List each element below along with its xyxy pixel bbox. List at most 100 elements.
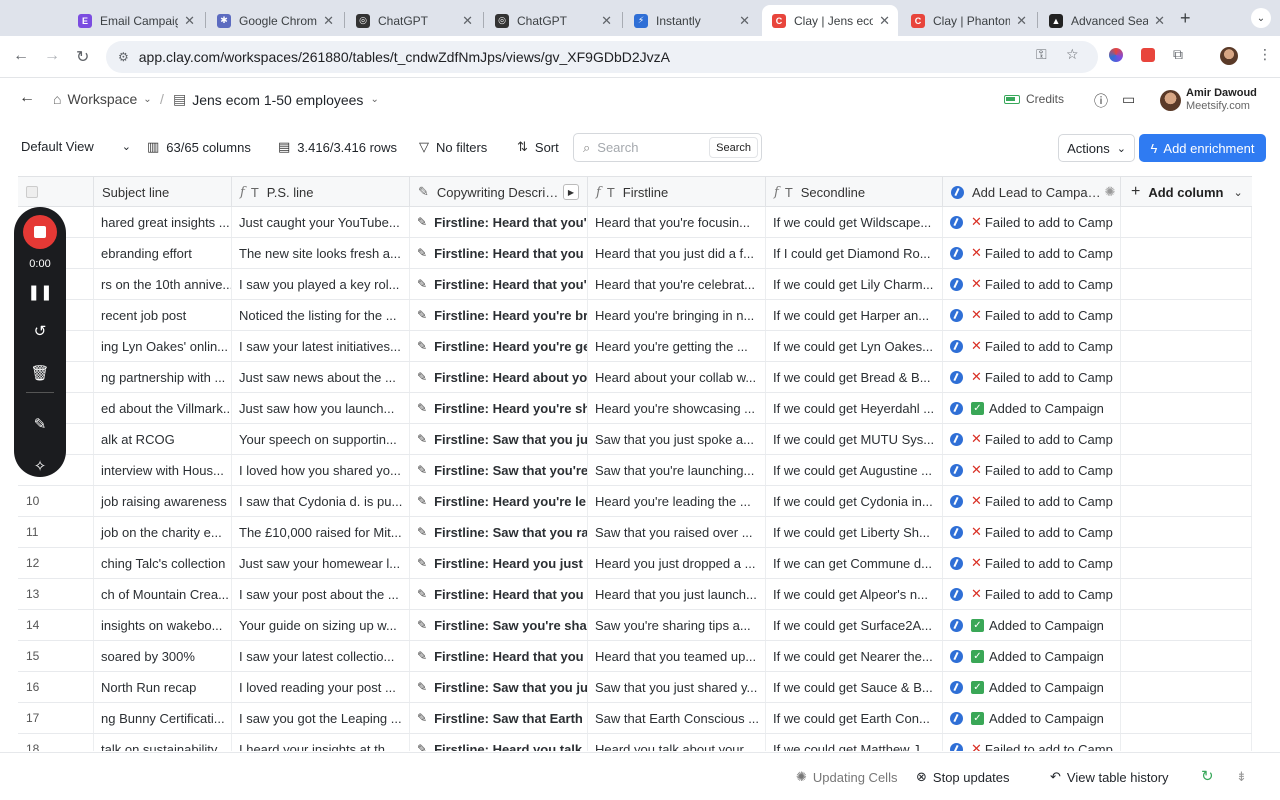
column-header-copywriting[interactable]: ✎ Copywriting Descri… ▶ — [410, 177, 588, 207]
extensions-puzzle-icon[interactable]: ⧉ — [1173, 46, 1183, 63]
cell-secondline[interactable]: If we could get Nearer the... — [766, 641, 943, 671]
user-menu[interactable]: Amir Dawoud Meetsify.com — [1160, 87, 1257, 113]
cell-secondline[interactable]: If we could get Alpeor's n... — [766, 579, 943, 609]
cell-add-lead-status[interactable]: ✕ Failed to add to Camp — [943, 734, 1121, 751]
cell-copywriting[interactable]: ✎ Firstline: Saw that you're — [410, 455, 588, 485]
rows-button[interactable]: ▤ 3.416/3.416 rows — [278, 139, 397, 155]
cell-firstline[interactable]: Heard you're bringing in n... — [588, 300, 766, 330]
cell-copywriting[interactable]: ✎ Firstline: Saw you're sha — [410, 610, 588, 640]
cell-subject-line[interactable]: job raising awareness — [94, 486, 232, 516]
column-header-firstline[interactable]: fT Firstline — [588, 177, 766, 207]
cell-ps-line[interactable]: I heard your insights at th... — [232, 734, 410, 751]
back-arrow-icon[interactable]: ← — [13, 47, 29, 65]
browser-tab[interactable]: ◎ ChatGPT ✕ — [346, 5, 481, 36]
cell-subject-line[interactable]: interview with Hous... — [94, 455, 232, 485]
cell-copywriting[interactable]: ✎ Firstline: Heard you're le — [410, 486, 588, 516]
table-row[interactable]: 11 job on the charity e... The £10,000 rai… — [18, 517, 1252, 548]
cell-secondline[interactable]: If we could get Wildscape... — [766, 207, 943, 237]
cell-subject-line[interactable]: ch of Mountain Crea... — [94, 579, 232, 609]
table-row[interactable]: ebranding effort The new site looks fresh… — [18, 238, 1252, 269]
table-row[interactable]: 13 ch of Mountain Crea... I saw your post … — [18, 579, 1252, 610]
cell-add-lead-status[interactable]: ✕ Failed to add to Camp — [943, 548, 1121, 578]
cell-empty[interactable] — [1121, 269, 1252, 299]
cell-ps-line[interactable]: The new site looks fresh a... — [232, 238, 410, 268]
cell-copywriting[interactable]: ✎ Firstline: Heard that you' — [410, 207, 588, 237]
cell-subject-line[interactable]: insights on wakebo... — [94, 610, 232, 640]
cell-secondline[interactable]: If we could get Harper an... — [766, 300, 943, 330]
column-header-secondline[interactable]: fT Secondline — [766, 177, 943, 207]
cell-ps-line[interactable]: I saw you played a key rol... — [232, 269, 410, 299]
actions-button[interactable]: Actions ⌄ — [1058, 134, 1135, 162]
extension-record-icon[interactable] — [1141, 48, 1155, 62]
browser-tab[interactable]: ✱ Google Chrom ✕ — [207, 5, 342, 36]
cell-add-lead-status[interactable]: ✕ Failed to add to Camp — [943, 207, 1121, 237]
profile-avatar[interactable] — [1220, 47, 1238, 65]
cell-empty[interactable] — [1121, 610, 1252, 640]
cell-empty[interactable] — [1121, 579, 1252, 609]
cell-secondline[interactable]: If we could get Cydonia in... — [766, 486, 943, 516]
cell-copywriting[interactable]: ✎ Firstline: Saw that you ra — [410, 517, 588, 547]
cell-firstline[interactable]: Saw that you just shared y... — [588, 672, 766, 702]
browser-tab[interactable]: E Email Campaig ✕ — [68, 5, 203, 36]
cell-copywriting[interactable]: ✎ Firstline: Heard that you' — [410, 269, 588, 299]
cell-secondline[interactable]: If we can get Commune d... — [766, 548, 943, 578]
cell-subject-line[interactable]: ing Lyn Oakes' onlin... — [94, 331, 232, 361]
cell-firstline[interactable]: Heard about your collab w... — [588, 362, 766, 392]
add-enrichment-button[interactable]: ϟ Add enrichment — [1139, 134, 1266, 162]
close-icon[interactable]: ✕ — [462, 13, 473, 29]
collapse-icon[interactable]: ⇟ — [1236, 769, 1247, 785]
cell-empty[interactable] — [1121, 486, 1252, 516]
cell-subject-line[interactable]: soared by 300% — [94, 641, 232, 671]
cell-empty[interactable] — [1121, 331, 1252, 361]
cell-copywriting[interactable]: ✎ Firstline: Heard you're sh — [410, 393, 588, 423]
cell-add-lead-status[interactable]: ✕ Failed to add to Camp — [943, 424, 1121, 454]
cell-empty[interactable] — [1121, 641, 1252, 671]
breadcrumb-table[interactable]: ▤ Jens ecom 1-50 employees ⌄ — [173, 91, 379, 108]
close-icon[interactable]: ✕ — [1154, 13, 1165, 29]
cell-ps-line[interactable]: Noticed the listing for the ... — [232, 300, 410, 330]
table-row[interactable]: hared great insights ... Just caught your… — [18, 207, 1252, 238]
cell-copywriting[interactable]: ✎ Firstline: Heard about yo — [410, 362, 588, 392]
site-info-icon[interactable]: ⚙ — [118, 50, 129, 64]
table-row[interactable]: 12 ching Talc's collection Just saw your h… — [18, 548, 1252, 579]
table-row[interactable]: ed about the Villmark... Just saw how you… — [18, 393, 1252, 424]
tab-search-icon[interactable]: ⌄ — [1251, 8, 1271, 28]
cell-add-lead-status[interactable]: ✓ Added to Campaign — [943, 672, 1121, 702]
cell-empty[interactable] — [1121, 734, 1252, 751]
cell-add-lead-status[interactable]: ✕ Failed to add to Camp — [943, 269, 1121, 299]
browser-tab[interactable]: ⚡ Instantly ✕ — [624, 5, 758, 36]
cell-firstline[interactable]: Saw that you just spoke a... — [588, 424, 766, 454]
cell-subject-line[interactable]: talk on sustainability — [94, 734, 232, 751]
help-icon[interactable]: ⓘ — [1094, 91, 1108, 111]
cell-subject-line[interactable]: rs on the 10th annive... — [94, 269, 232, 299]
cell-subject-line[interactable]: ebranding effort — [94, 238, 232, 268]
table-row[interactable]: ng partnership with ... Just saw news abo… — [18, 362, 1252, 393]
cell-add-lead-status[interactable]: ✓ Added to Campaign — [943, 641, 1121, 671]
add-column-button[interactable]: + Add column ⌄ — [1121, 177, 1252, 207]
table-row[interactable]: 18 talk on sustainability I heard your ins… — [18, 734, 1252, 751]
table-row[interactable]: ing Lyn Oakes' onlin... I saw your latest… — [18, 331, 1252, 362]
pause-icon[interactable]: ❚❚ — [14, 283, 66, 301]
cell-firstline[interactable]: Saw that Earth Conscious ... — [588, 703, 766, 733]
cell-firstline[interactable]: Heard you're showcasing ... — [588, 393, 766, 423]
cell-empty[interactable] — [1121, 238, 1252, 268]
cell-add-lead-status[interactable]: ✓ Added to Campaign — [943, 703, 1121, 733]
cell-firstline[interactable]: Heard you're leading the ... — [588, 486, 766, 516]
cell-copywriting[interactable]: ✎ Firstline: Saw that you ju — [410, 424, 588, 454]
cell-ps-line[interactable]: I saw your post about the ... — [232, 579, 410, 609]
cell-copywriting[interactable]: ✎ Firstline: Heard that you — [410, 238, 588, 268]
columns-button[interactable]: ▥ 63/65 columns — [147, 139, 251, 155]
cell-secondline[interactable]: If we could get Lily Charm... — [766, 269, 943, 299]
cell-empty[interactable] — [1121, 300, 1252, 330]
cell-add-lead-status[interactable]: ✕ Failed to add to Camp — [943, 331, 1121, 361]
cell-empty[interactable] — [1121, 207, 1252, 237]
cell-ps-line[interactable]: I saw your latest initiatives... — [232, 331, 410, 361]
cell-ps-line[interactable]: I saw your latest collectio... — [232, 641, 410, 671]
sort-button[interactable]: ⇅ Sort — [517, 139, 559, 155]
breadcrumb-workspace[interactable]: ⌂ Workspace ⌄ — [53, 91, 152, 107]
cell-subject-line[interactable]: ed about the Villmark... — [94, 393, 232, 423]
cell-add-lead-status[interactable]: ✕ Failed to add to Camp — [943, 238, 1121, 268]
cell-add-lead-status[interactable]: ✕ Failed to add to Camp — [943, 486, 1121, 516]
cell-secondline[interactable]: If we could get Matthew J... — [766, 734, 943, 751]
cell-empty[interactable] — [1121, 548, 1252, 578]
